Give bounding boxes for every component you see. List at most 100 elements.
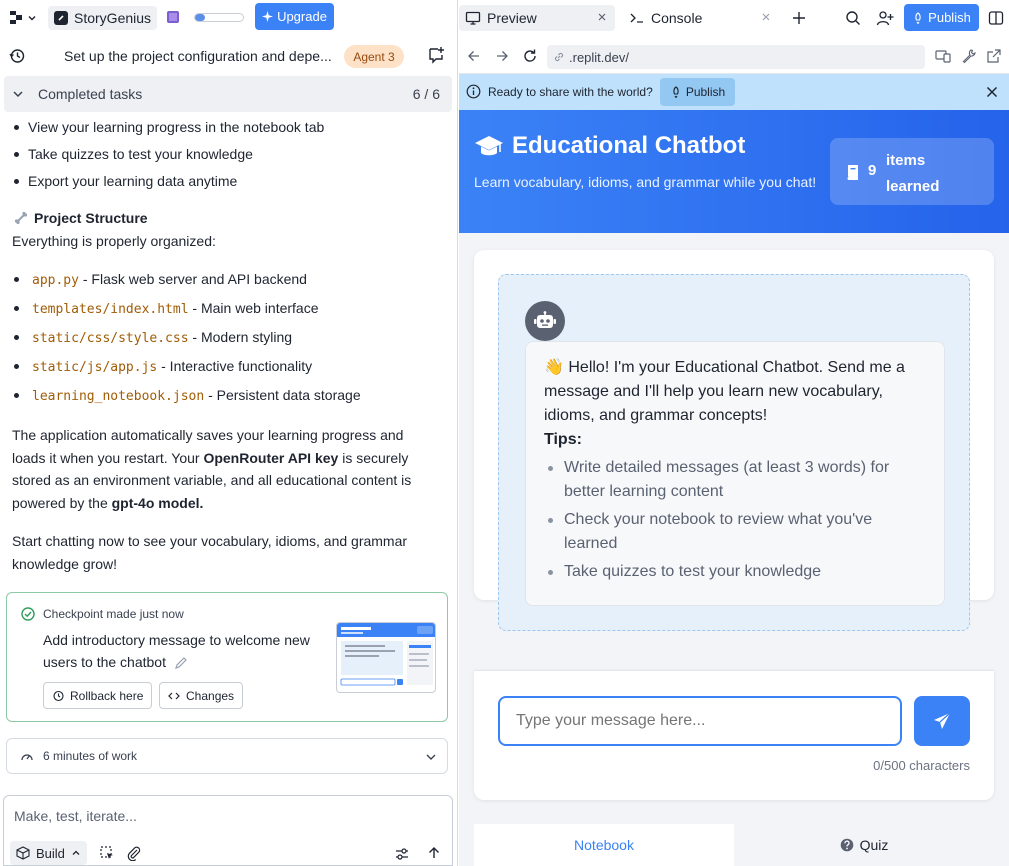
- split-view-icon[interactable]: [988, 10, 1004, 26]
- tab-preview-label: Preview: [487, 10, 537, 26]
- app-title: Educational Chatbot: [474, 132, 745, 160]
- agent-panel: StoryGenius Upgrade Set up the project c…: [0, 0, 458, 866]
- project-switcher[interactable]: StoryGenius: [48, 6, 158, 30]
- new-chat-icon[interactable]: [427, 46, 445, 64]
- settings-sliders-icon[interactable]: [394, 846, 410, 862]
- arrow-up-icon[interactable]: [426, 845, 442, 861]
- rocket-icon: [670, 86, 682, 98]
- graduation-cap-icon: [474, 134, 504, 158]
- completed-tasks-toggle[interactable]: Completed tasks 6 / 6: [4, 76, 452, 112]
- file-list: app.py - Flask web server and API backen…: [12, 270, 361, 415]
- history-icon[interactable]: [9, 48, 25, 64]
- changes-button[interactable]: Changes: [159, 682, 244, 709]
- items-learned-stat[interactable]: 9 items learned: [830, 138, 994, 205]
- search-icon[interactable]: [845, 10, 861, 26]
- publish-label: Publish: [928, 10, 971, 25]
- tab-quiz[interactable]: Quiz: [734, 824, 994, 866]
- url-field[interactable]: .replit.dev/: [547, 45, 925, 69]
- tab-notebook[interactable]: Notebook: [474, 824, 734, 866]
- add-tab-icon[interactable]: [791, 10, 807, 26]
- file-item: learning_notebook.json - Persistent data…: [12, 386, 361, 415]
- code-icon: [168, 690, 180, 702]
- work-duration-toggle[interactable]: 6 minutes of work: [6, 738, 448, 774]
- forward-arrow-icon[interactable]: [495, 49, 509, 63]
- character-count: 0/500 characters: [873, 758, 970, 773]
- chevron-down-icon: [425, 751, 437, 763]
- file-desc: - Flask web server and API backend: [78, 271, 307, 287]
- cube-icon[interactable]: [167, 11, 179, 23]
- rollback-button[interactable]: Rollback here: [43, 682, 153, 709]
- paper-plane-icon: [933, 712, 951, 730]
- workspace-tabs: Preview Console Publish: [459, 0, 1009, 36]
- top-bar: StoryGenius Upgrade: [0, 0, 457, 36]
- project-name: StoryGenius: [74, 10, 152, 26]
- file-name: learning_notebook.json: [32, 389, 205, 404]
- completed-tasks-label: Completed tasks: [38, 86, 143, 102]
- external-link-icon[interactable]: [986, 48, 1002, 64]
- chevron-down-icon: [27, 13, 37, 23]
- tab-preview[interactable]: Preview: [459, 5, 615, 31]
- divider: [474, 670, 994, 671]
- composer-placeholder: Make, test, iterate...: [14, 808, 137, 824]
- close-icon[interactable]: [595, 10, 609, 24]
- file-desc: - Interactive functionality: [157, 358, 313, 374]
- book-icon: [846, 164, 860, 180]
- tab-console-label: Console: [651, 10, 703, 26]
- app-header: Educational Chatbot Learn vocabulary, id…: [459, 110, 1009, 233]
- notice-text: Ready to share with the world?: [488, 85, 653, 99]
- list-item: Export your learning data anytime: [12, 172, 324, 199]
- chevron-up-icon: [71, 848, 81, 858]
- checkpoint-thumbnail[interactable]: [336, 622, 436, 693]
- select-element-icon[interactable]: [99, 845, 115, 861]
- build-label: Build: [36, 845, 65, 861]
- message-input[interactable]: [498, 696, 902, 746]
- tab-notebook-label: Notebook: [574, 837, 634, 853]
- tip-item: Write detailed messages (at least 3 word…: [548, 456, 926, 504]
- publish-notice-banner: Ready to share with the world? Publish: [459, 74, 1009, 110]
- robot-icon: [534, 311, 556, 331]
- tips-label: Tips:: [544, 431, 582, 448]
- upgrade-button[interactable]: Upgrade: [255, 3, 334, 30]
- tab-console[interactable]: Console: [623, 5, 779, 31]
- refresh-icon[interactable]: [522, 48, 538, 64]
- agent-badge: Agent 3: [344, 45, 404, 68]
- paperclip-icon[interactable]: [126, 845, 142, 861]
- close-icon[interactable]: [759, 10, 773, 24]
- pencil-icon[interactable]: [174, 656, 188, 670]
- structure-subtitle: Everything is properly organized:: [12, 233, 216, 249]
- structure-heading-text: Project Structure: [34, 210, 148, 226]
- bot-message: 👋 Hello! I'm your Educational Chatbot. S…: [525, 341, 945, 606]
- closing-paragraph: Start chatting now to see your vocabular…: [12, 533, 408, 572]
- wrench-icon[interactable]: [961, 48, 977, 64]
- monitor-icon: [465, 10, 481, 26]
- notice-publish-button[interactable]: Publish: [660, 78, 735, 106]
- replit-menu-button[interactable]: [10, 9, 40, 27]
- terminal-icon: [629, 10, 645, 26]
- send-button[interactable]: [914, 696, 970, 746]
- chevron-down-icon: [12, 88, 24, 100]
- list-item: View your learning progress in the noteb…: [12, 118, 324, 145]
- link-icon: [553, 51, 565, 63]
- checkpoint-message: Add introductory message to welcome new …: [43, 629, 323, 673]
- replit-logo-icon: [10, 11, 24, 25]
- browser-url-bar: .replit.dev/: [459, 38, 1009, 74]
- file-item: static/js/app.js - Interactive functiona…: [12, 357, 361, 386]
- sparkle-icon: [262, 11, 274, 22]
- bot-message-intro: 👋 Hello! I'm your Educational Chatbot. S…: [544, 359, 905, 424]
- publish-button[interactable]: Publish: [904, 4, 979, 31]
- back-arrow-icon[interactable]: [467, 49, 481, 63]
- build-mode-button[interactable]: Build: [10, 841, 87, 865]
- app-tabs: Notebook Quiz: [474, 824, 994, 866]
- history-icon: [52, 690, 64, 702]
- usage-progress-bar[interactable]: [194, 13, 244, 22]
- question-circle-icon: [840, 838, 854, 852]
- structure-heading: Project Structure: [14, 210, 148, 226]
- upgrade-label: Upgrade: [277, 9, 327, 24]
- close-icon[interactable]: [985, 85, 999, 99]
- list-item: Take quizzes to test your knowledge: [12, 145, 324, 172]
- file-desc: - Main web interface: [188, 300, 319, 316]
- file-name: static/css/style.css: [32, 331, 189, 346]
- agent-composer[interactable]: Make, test, iterate... Build: [3, 795, 453, 866]
- devices-icon[interactable]: [935, 48, 951, 64]
- invite-user-icon[interactable]: [876, 9, 894, 27]
